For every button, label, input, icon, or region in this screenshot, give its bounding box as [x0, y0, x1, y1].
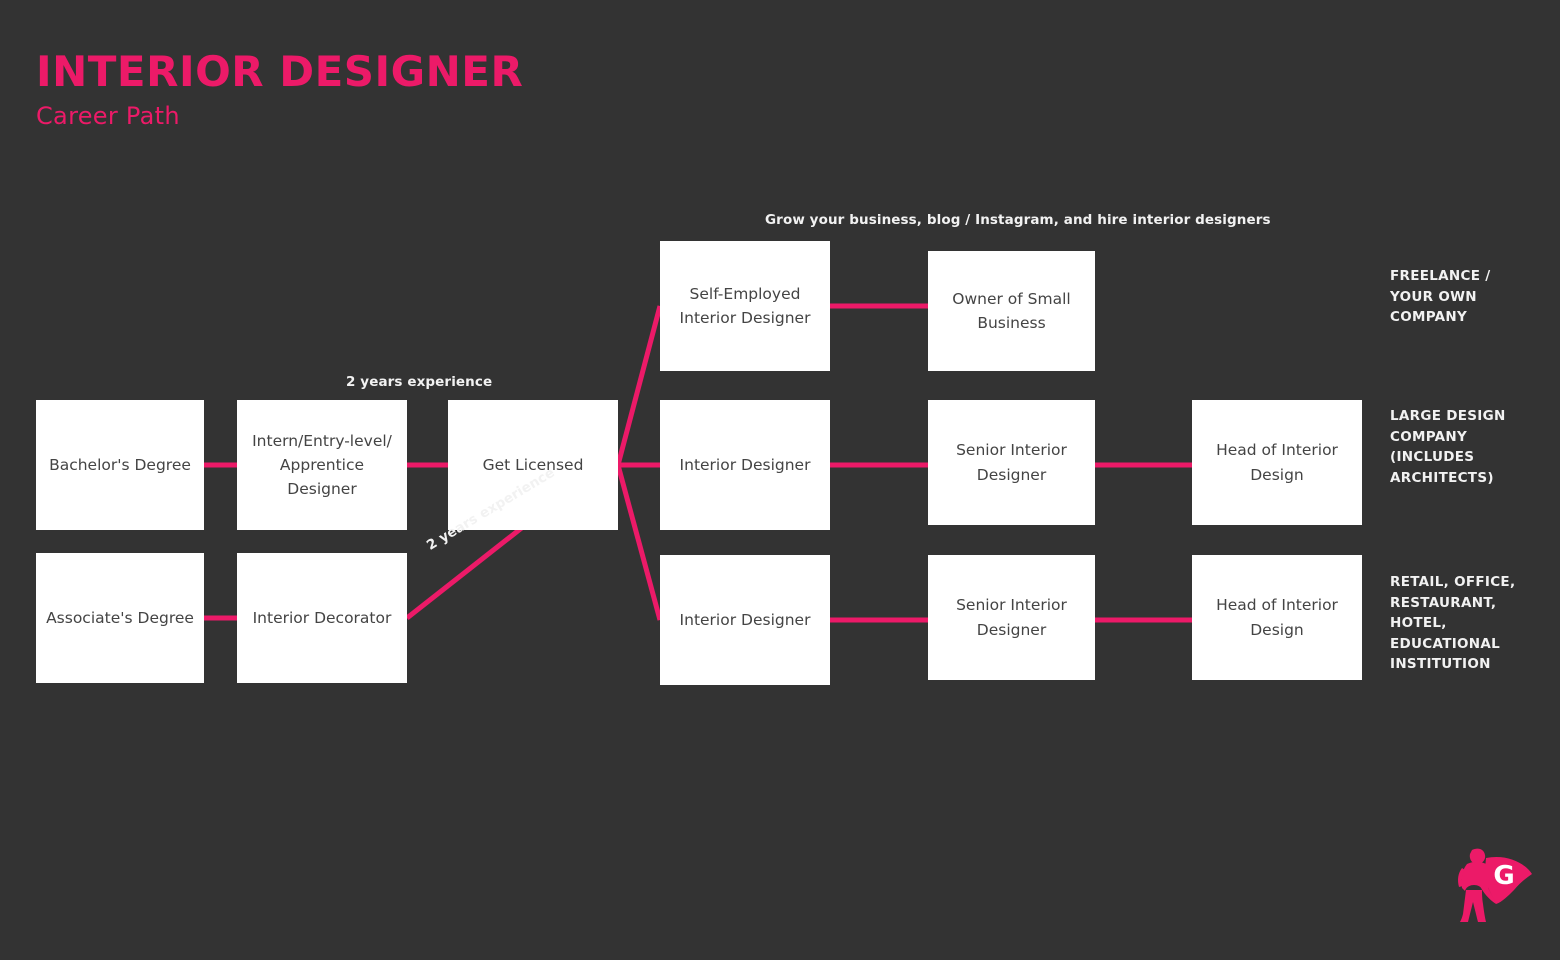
connector-licensed-designer-bottom	[615, 464, 663, 621]
node-label: Self-Employed Interior Designer	[679, 284, 811, 327]
head-icon	[1469, 848, 1486, 864]
edge-label-two-years-top: 2 years experience	[346, 374, 493, 390]
node-owner-of-small-business[interactable]: Owner of Small Business	[928, 251, 1095, 371]
node-label: Intern/Entry-level/ Apprentice Designer	[252, 431, 392, 498]
node-bachelors-degree[interactable]: Bachelor's Degree	[36, 400, 204, 530]
node-label: Owner of Small Business	[952, 289, 1071, 332]
connector-decorator-licensed-diagonal	[405, 517, 535, 620]
career-path-diagram: INTERIOR DESIGNER Career Path Grow your …	[0, 0, 1560, 960]
node-label: Interior Decorator	[252, 608, 392, 627]
node-label: Associate's Degree	[46, 608, 194, 627]
category-label-freelance: FREELANCE / YOUR OWN COMPANY	[1390, 268, 1491, 326]
node-intern-entry-level[interactable]: Intern/Entry-level/ Apprentice Designer	[237, 400, 407, 530]
category-label-retail: RETAIL, OFFICE, RESTAURANT, HOTEL, EDUCA…	[1390, 574, 1516, 673]
superhero-logo: G	[1458, 848, 1532, 922]
node-associates-degree[interactable]: Associate's Degree	[36, 553, 204, 683]
node-label: Head of Interior Design	[1216, 596, 1338, 639]
node-label: Interior Designer	[679, 610, 811, 629]
node-interior-decorator[interactable]: Interior Decorator	[237, 553, 407, 683]
node-label: Senior Interior Designer	[956, 441, 1067, 484]
page-title: INTERIOR DESIGNER	[36, 47, 524, 96]
category-label-large-design-company: LARGE DESIGN COMPANY (INCLUDES ARCHITECT…	[1390, 408, 1506, 486]
connector-licensed-selfemployed	[615, 305, 663, 466]
node-label: Head of Interior Design	[1216, 441, 1338, 484]
node-head-of-interior-design-bottom[interactable]: Head of Interior Design	[1192, 555, 1362, 680]
node-label: Senior Interior Designer	[956, 596, 1067, 639]
node-head-of-interior-design-middle[interactable]: Head of Interior Design	[1192, 400, 1362, 525]
node-self-employed-interior-designer[interactable]: Self-Employed Interior Designer	[660, 241, 830, 371]
page-subtitle: Career Path	[36, 102, 180, 131]
node-senior-interior-designer-bottom[interactable]: Senior Interior Designer	[928, 555, 1095, 680]
legs-icon	[1460, 890, 1486, 922]
torso-icon	[1461, 861, 1490, 892]
node-label: Interior Designer	[679, 455, 811, 474]
node-label: Bachelor's Degree	[49, 455, 191, 474]
node-interior-designer-middle[interactable]: Interior Designer	[660, 400, 830, 530]
header: INTERIOR DESIGNER Career Path	[36, 47, 524, 131]
logo-letter: G	[1493, 861, 1514, 891]
node-interior-designer-bottom[interactable]: Interior Designer	[660, 555, 830, 685]
node-senior-interior-designer-middle[interactable]: Senior Interior Designer	[928, 400, 1095, 525]
grow-business-note: Grow your business, blog / Instagram, an…	[765, 212, 1271, 228]
